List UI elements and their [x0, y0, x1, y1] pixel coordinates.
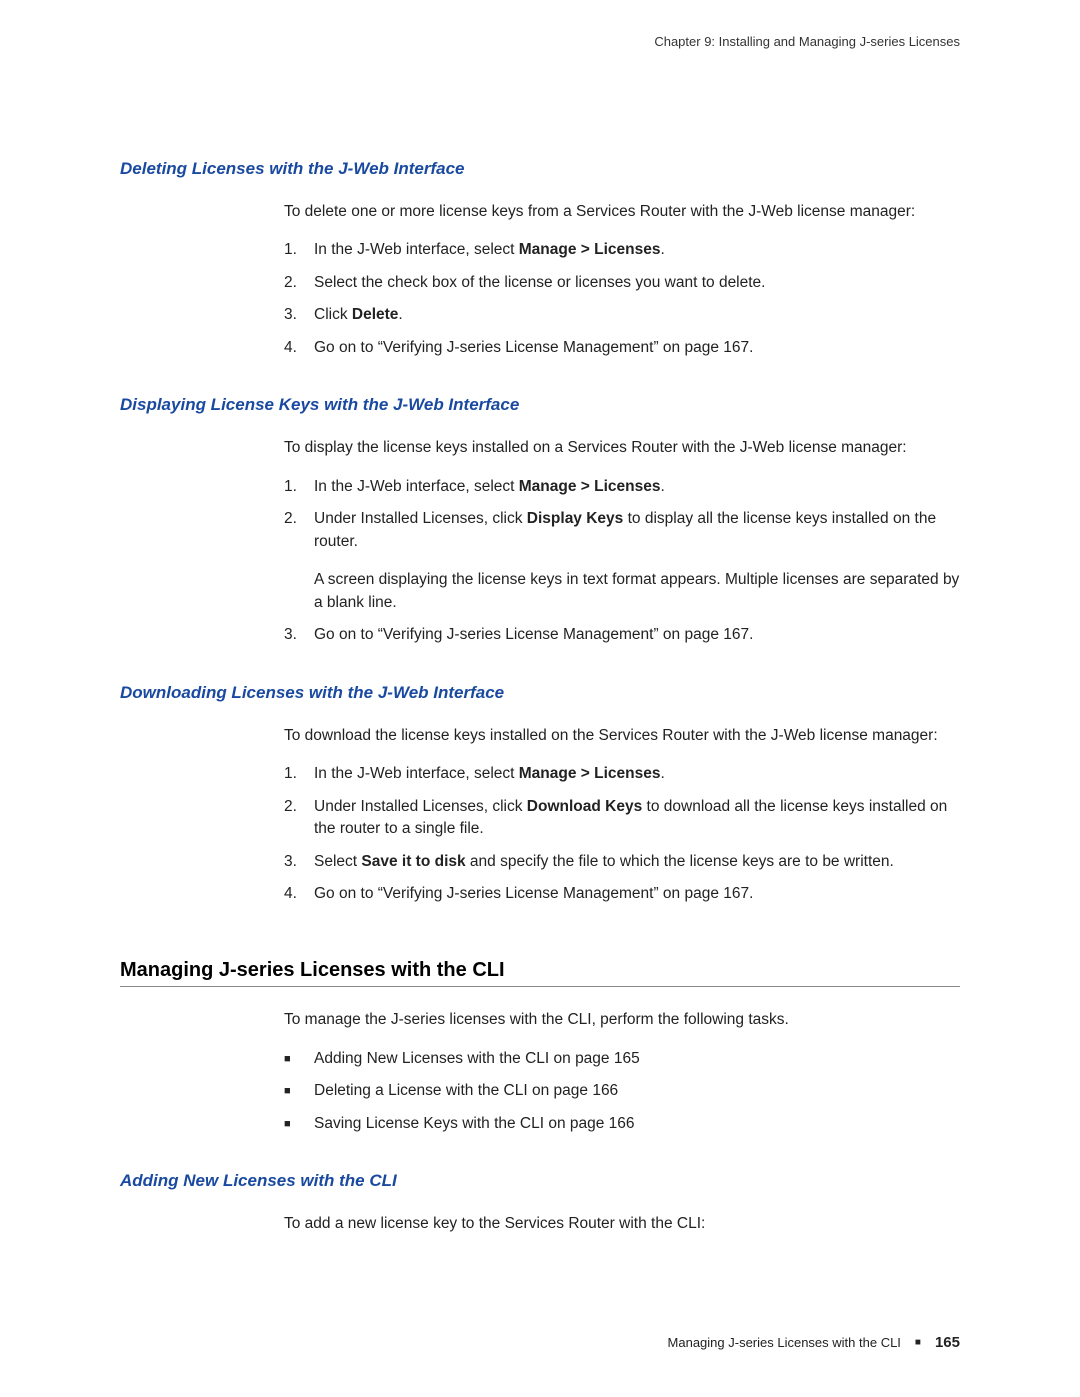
list-item: Deleting a License with the CLI on page … [284, 1080, 960, 1102]
step-text: In the J-Web interface, select [314, 765, 519, 782]
heading-downloading-licenses-jweb: Downloading Licenses with the J-Web Inte… [120, 683, 960, 703]
step-item: Under Installed Licenses, click Display … [284, 508, 960, 614]
ordered-steps: In the J-Web interface, select Manage > … [284, 763, 960, 905]
ui-action-bold: Download Keys [527, 798, 642, 815]
heading-managing-licenses-cli: Managing J-series Licenses with the CLI [120, 959, 960, 987]
intro-para: To download the license keys installed o… [284, 725, 960, 747]
step-item: Go on to “Verifying J-series License Man… [284, 624, 960, 646]
ui-action-bold: Save it to disk [361, 853, 465, 870]
ui-action-bold: Display Keys [527, 510, 624, 527]
page-number: 165 [935, 1334, 960, 1351]
step-item: In the J-Web interface, select Manage > … [284, 239, 960, 261]
step-item: Go on to “Verifying J-series License Man… [284, 883, 960, 905]
footer-section-title: Managing J-series Licenses with the CLI [668, 1335, 901, 1350]
ui-action-bold: Delete [352, 306, 399, 323]
step-item: In the J-Web interface, select Manage > … [284, 763, 960, 785]
square-bullet-icon: ■ [915, 1337, 921, 1348]
step-text: . [398, 306, 402, 323]
heading-deleting-licenses-jweb: Deleting Licenses with the J-Web Interfa… [120, 159, 960, 179]
step-text: . [660, 765, 664, 782]
ui-path-bold: Manage > Licenses [519, 241, 661, 258]
step-item: Click Delete. [284, 304, 960, 326]
running-header: Chapter 9: Installing and Managing J-ser… [120, 34, 960, 49]
step-item: In the J-Web interface, select Manage > … [284, 476, 960, 498]
step-text: and specify the file to which the licens… [466, 853, 894, 870]
ui-path-bold: Manage > Licenses [519, 478, 661, 495]
step-text: In the J-Web interface, select [314, 478, 519, 495]
intro-para: To manage the J-series licenses with the… [284, 1009, 960, 1031]
heading-displaying-license-keys-jweb: Displaying License Keys with the J-Web I… [120, 395, 960, 415]
intro-para: To display the license keys installed on… [284, 437, 960, 459]
step-text: Select [314, 853, 361, 870]
step-item: Go on to “Verifying J-series License Man… [284, 337, 960, 359]
intro-para: To add a new license key to the Services… [284, 1213, 960, 1235]
page-root: Chapter 9: Installing and Managing J-ser… [0, 0, 1080, 1397]
step-text: Under Installed Licenses, click [314, 798, 527, 815]
page-footer: Managing J-series Licenses with the CLI … [120, 1334, 960, 1351]
heading-adding-new-licenses-cli: Adding New Licenses with the CLI [120, 1171, 960, 1191]
step-item: Select the check box of the license or l… [284, 272, 960, 294]
step-item: Select Save it to disk and specify the f… [284, 851, 960, 873]
intro-para: To delete one or more license keys from … [284, 201, 960, 223]
list-item: Saving License Keys with the CLI on page… [284, 1113, 960, 1135]
ordered-steps: In the J-Web interface, select Manage > … [284, 476, 960, 647]
ui-path-bold: Manage > Licenses [519, 765, 661, 782]
list-item: Adding New Licenses with the CLI on page… [284, 1048, 960, 1070]
step-text: . [660, 478, 664, 495]
ordered-steps: In the J-Web interface, select Manage > … [284, 239, 960, 359]
step-text: Click [314, 306, 352, 323]
step-sub-paragraph: A screen displaying the license keys in … [314, 569, 960, 614]
step-text: . [660, 241, 664, 258]
step-text: In the J-Web interface, select [314, 241, 519, 258]
step-item: Under Installed Licenses, click Download… [284, 796, 960, 841]
step-text: Under Installed Licenses, click [314, 510, 527, 527]
bullet-list: Adding New Licenses with the CLI on page… [284, 1048, 960, 1135]
